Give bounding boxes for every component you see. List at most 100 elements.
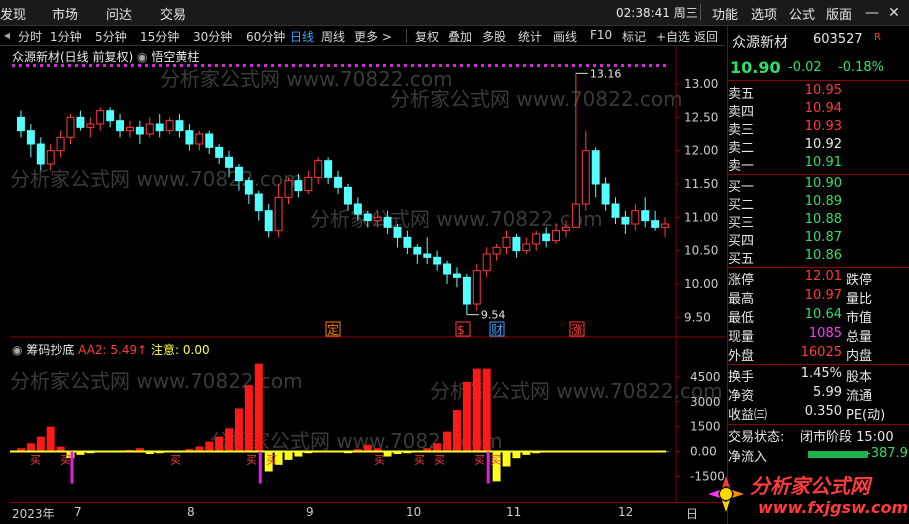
toolbar-left-icon[interactable]: ◂	[4, 28, 10, 42]
period-tab-daily[interactable]: 日线	[290, 28, 314, 45]
buy-signal-label: 买	[474, 454, 485, 467]
date-label-12: 12	[618, 505, 634, 519]
tool-multistock-button[interactable]: 多股	[482, 28, 506, 45]
stat-label: 外盘	[728, 349, 755, 364]
menu-item-trade[interactable]: 交易	[160, 4, 186, 23]
indicator-title: ◉ 筹码抄底 AA2: 5.49↑ 注意: 0.00	[12, 341, 210, 358]
candle-body	[294, 180, 303, 192]
ask-row[interactable]: 卖一 10.91	[728, 155, 909, 174]
candle-body	[215, 146, 224, 158]
indicator-bar	[205, 441, 214, 452]
menu-item-options[interactable]: 选项	[751, 4, 777, 23]
bid-row[interactable]: 买一 10.90	[728, 176, 909, 195]
indicator-bar	[215, 436, 224, 452]
stat-label: 量比	[846, 292, 873, 307]
stat-value: 5.99	[813, 385, 842, 400]
top-dot	[558, 64, 561, 67]
bid-row[interactable]: 买三 10.88	[728, 212, 909, 231]
buy-signal-label: 买	[414, 454, 425, 467]
bid-label: 买一	[728, 180, 755, 195]
indicator-svg: 分析家公式网 www.70822.com分析家公式网 www.70822.com…	[10, 338, 725, 502]
ask-row[interactable]: 卖四 10.94	[728, 101, 909, 120]
period-tab-30min[interactable]: 30分钟	[193, 28, 232, 45]
bid-row[interactable]: 买二 10.89	[728, 194, 909, 213]
stat-value: 1.45%	[800, 366, 842, 381]
candle-body	[106, 110, 115, 122]
top-dot	[215, 64, 218, 67]
stat-row: 涨停 12.01 跌停	[728, 269, 909, 288]
price-change-pct: -0.18%	[838, 60, 884, 75]
indicator-bar	[502, 451, 511, 467]
ask-price: 10.95	[804, 83, 842, 98]
menu-item-formula[interactable]: 公式	[789, 4, 815, 23]
bid-row[interactable]: 买五 10.86	[728, 248, 909, 267]
logo-icon	[708, 476, 744, 512]
code-badge: R	[874, 32, 881, 43]
menu-item-function[interactable]: 功能	[712, 4, 738, 23]
kline-chart[interactable]: 分析家公式网 www.70822.com 分析家公式网 www.70822.com…	[10, 46, 726, 338]
indicator-toggle-icon[interactable]: ◉	[137, 50, 147, 64]
note-label: 注意:	[151, 343, 180, 357]
top-dot	[299, 64, 302, 67]
indicator-bar	[225, 428, 234, 452]
top-dot	[656, 64, 659, 67]
ask-row[interactable]: 卖三 10.93	[728, 119, 909, 138]
top-dot	[390, 64, 393, 67]
top-dot	[481, 64, 484, 67]
candle-body	[462, 276, 471, 305]
period-tab-fenshi[interactable]: 分时	[18, 28, 42, 45]
period-tab-60min[interactable]: 60分钟	[246, 28, 285, 45]
ask-row[interactable]: 卖二 10.92	[728, 137, 909, 156]
indicator-bar	[284, 451, 293, 460]
tool-fuquan-button[interactable]: 复权	[415, 28, 439, 45]
top-dot	[460, 64, 463, 67]
tool-overlay-button[interactable]: 叠加	[448, 28, 472, 45]
candle-body	[581, 150, 590, 205]
tool-back-button[interactable]: 返回	[694, 28, 718, 45]
stat-value: 12.01	[804, 269, 842, 284]
candle-body	[145, 123, 154, 135]
period-tab-5min[interactable]: 5分钟	[95, 28, 127, 45]
candle-body	[433, 256, 442, 265]
tool-mark-button[interactable]: 标记	[622, 28, 646, 45]
candle-body	[116, 120, 125, 132]
indicator-bar	[443, 431, 452, 452]
candle-body	[36, 143, 45, 165]
candle-body	[185, 130, 194, 145]
minimize-icon[interactable]: —	[862, 3, 882, 23]
menu-item-discover[interactable]: 发现	[0, 4, 26, 23]
close-icon[interactable]: ✕	[884, 3, 904, 23]
menu-item-wenda[interactable]: 问达	[106, 4, 132, 23]
candle-body	[56, 136, 65, 152]
price-change: -0.02	[788, 60, 822, 75]
indicator-collapse-icon[interactable]: ◉	[12, 343, 22, 357]
period-tab-1min[interactable]: 1分钟	[50, 28, 82, 45]
candle-body	[26, 130, 35, 145]
candle-body	[254, 193, 263, 212]
bid-price: 10.89	[804, 194, 842, 209]
period-tab-more[interactable]: 更多 >	[354, 28, 392, 45]
stock-code: 603527	[813, 32, 863, 47]
stat-row: 收益㈢ 0.350 PE(动)	[728, 404, 909, 423]
candle-body	[125, 126, 134, 132]
tool-add-watchlist-button[interactable]: +自选	[656, 28, 690, 45]
bid-row[interactable]: 买四 10.87	[728, 230, 909, 249]
tool-f10-button[interactable]: F10	[590, 28, 612, 42]
candle-body	[343, 186, 352, 205]
period-tab-weekly[interactable]: 周线	[321, 28, 345, 45]
tool-draw-button[interactable]: 画线	[553, 28, 577, 45]
date-label-7: 7	[74, 505, 82, 519]
menu-item-market[interactable]: 市场	[52, 4, 78, 23]
top-dot	[509, 64, 512, 67]
tool-stats-button[interactable]: 统计	[518, 28, 542, 45]
bid-price: 10.87	[804, 230, 842, 245]
ask-label: 卖五	[728, 87, 755, 102]
stat-label: PE(动)	[846, 408, 886, 423]
site-url: www.fxjgsw.com	[758, 498, 909, 517]
y-tick-label: 9.50	[684, 310, 711, 324]
ask-row[interactable]: 卖五 10.95	[728, 83, 909, 102]
top-dot	[544, 64, 547, 67]
period-tab-15min[interactable]: 15分钟	[140, 28, 179, 45]
indicator-chart[interactable]: 分析家公式网 www.70822.com 分析家公式网 www.70822.com…	[10, 338, 726, 502]
menu-item-layout[interactable]: 版面	[826, 4, 852, 23]
